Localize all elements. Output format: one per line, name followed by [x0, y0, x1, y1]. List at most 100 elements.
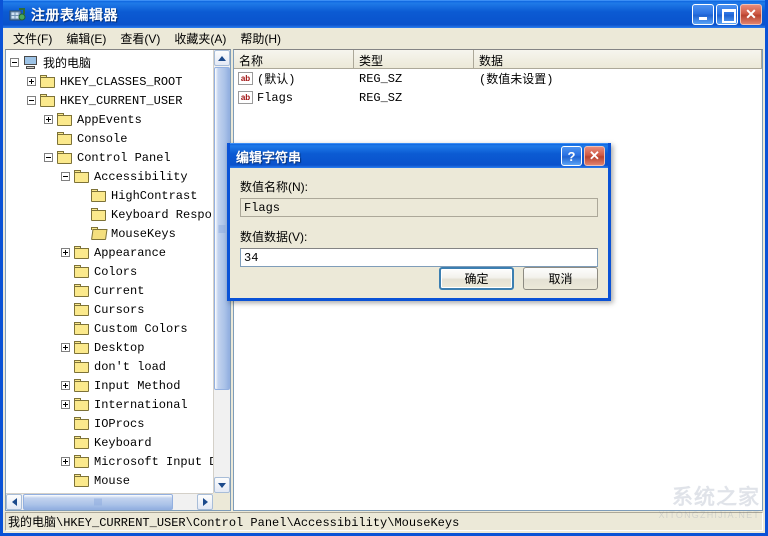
value-name-cell: ab (默认) — [234, 70, 354, 87]
tree-node[interactable]: 我的电脑 — [10, 53, 213, 72]
folder-icon — [74, 322, 90, 335]
dialog-titlebar[interactable]: 编辑字符串 ? ✕ — [230, 143, 608, 168]
tree-node[interactable]: Console — [10, 129, 213, 148]
tree-horizontal-scrollbar[interactable] — [6, 493, 213, 510]
value-name-input[interactable]: Flags — [240, 198, 598, 217]
folder-icon — [74, 170, 90, 183]
collapse-node-icon[interactable] — [44, 153, 53, 162]
folder-icon — [74, 341, 90, 354]
scroll-grip-icon — [94, 498, 102, 506]
tree-node[interactable]: Cursors — [10, 300, 213, 319]
status-path: 我的电脑\HKEY_CURRENT_USER\Control Panel\Acc… — [5, 512, 763, 531]
minimize-button[interactable] — [692, 4, 714, 25]
tree-node[interactable]: Accessibility — [10, 167, 213, 186]
tree-node-label: Keyboard Respo — [111, 207, 212, 222]
tree-node[interactable]: AppEvents — [10, 110, 213, 129]
expand-node-icon[interactable] — [44, 115, 53, 124]
menu-favorites[interactable]: 收藏夹(A) — [167, 28, 233, 49]
tree-node[interactable]: Current — [10, 281, 213, 300]
value-row[interactable]: ab (默认) REG_SZ (数值未设置) — [234, 69, 762, 88]
value-data-label: 数值数据(V): — [240, 230, 308, 244]
scroll-down-button[interactable] — [214, 477, 230, 493]
tree-node[interactable]: Appearance — [10, 243, 213, 262]
tree-node-label: Colors — [94, 264, 138, 279]
registry-tree: 我的电脑 HKEY_CLASSES_ROOT HKEY_CURRENT_USER Ap… — [6, 50, 213, 493]
tree-node-label: Appearance — [94, 245, 167, 260]
maximize-button[interactable] — [716, 4, 738, 25]
tree-node[interactable]: HighContrast — [10, 186, 213, 205]
tree-node[interactable]: Custom Colors — [10, 319, 213, 338]
folder-icon — [57, 151, 73, 164]
ok-button[interactable]: 确定 — [439, 267, 514, 290]
tree-node-label: Microsoft Input D — [94, 454, 213, 469]
collapse-node-icon[interactable] — [27, 96, 36, 105]
expand-node-icon[interactable] — [61, 343, 70, 352]
tree-node[interactable]: MouseKeys — [10, 224, 213, 243]
expand-node-icon[interactable] — [61, 400, 70, 409]
close-icon: ✕ — [589, 148, 600, 163]
tree-node-label: Input Method — [94, 378, 181, 393]
tree-node[interactable]: Microsoft Input D — [10, 452, 213, 471]
tree-node[interactable]: Colors — [10, 262, 213, 281]
menu-file[interactable]: 文件(F) — [6, 28, 59, 49]
close-button[interactable]: ✕ — [740, 4, 762, 25]
tree-node[interactable]: Mouse — [10, 471, 213, 490]
tree-node-label: Custom Colors — [94, 321, 188, 336]
string-value-icon: ab — [238, 91, 253, 104]
value-type-cell: REG_SZ — [359, 71, 403, 86]
menu-edit[interactable]: 编辑(E) — [59, 28, 113, 49]
tree-node[interactable]: don't load — [10, 357, 213, 376]
tree-node[interactable]: IOProcs — [10, 414, 213, 433]
dialog-body: 数值名称(N): Flags 数值数据(V): 34 确定 取消 — [230, 168, 608, 298]
menu-help[interactable]: 帮助(H) — [233, 28, 288, 49]
value-data-input[interactable]: 34 — [240, 248, 598, 267]
tree-node[interactable]: Desktop — [10, 338, 213, 357]
dialog-actions: 确定 取消 — [439, 267, 598, 290]
tree-node[interactable]: Keyboard Respo — [10, 205, 213, 224]
tree-node-label: MouseKeys — [111, 226, 176, 241]
tree-node[interactable]: HKEY_CURRENT_USER — [10, 91, 213, 110]
expand-node-icon[interactable] — [61, 457, 70, 466]
tree-scroll-area: 我的电脑 HKEY_CLASSES_ROOT HKEY_CURRENT_USER Ap… — [6, 50, 213, 493]
edit-string-dialog: 编辑字符串 ? ✕ 数值名称(N): Flags 数值数据(V): 34 确定 … — [227, 143, 611, 301]
tree-node-label: Keyboard — [94, 435, 152, 450]
chevron-down-icon — [218, 482, 226, 488]
folder-icon — [91, 208, 107, 221]
scrollbar-corner — [213, 493, 230, 510]
menu-view[interactable]: 查看(V) — [113, 28, 167, 49]
window-titlebar[interactable]: 注册表编辑器 ✕ — [3, 0, 765, 28]
dialog-close-button[interactable]: ✕ — [584, 146, 605, 166]
folder-icon — [74, 379, 90, 392]
tree-node[interactable]: International — [10, 395, 213, 414]
tree-node-label: 我的电脑 — [43, 57, 92, 71]
scroll-right-button[interactable] — [197, 494, 213, 510]
column-header-name[interactable]: 名称 — [234, 50, 354, 68]
column-header-data[interactable]: 数据 — [474, 50, 762, 68]
screenshot-root: 注册表编辑器 ✕ 文件(F) 编辑(E) 查看(V) 收藏夹(A) 帮助(H) … — [0, 0, 768, 536]
chevron-up-icon — [218, 55, 226, 61]
tree-node[interactable]: Input Method — [10, 376, 213, 395]
scroll-grip-icon — [218, 225, 226, 232]
expand-node-icon[interactable] — [27, 77, 36, 86]
collapse-node-icon[interactable] — [61, 172, 70, 181]
scroll-up-button[interactable] — [214, 50, 230, 66]
dialog-help-button[interactable]: ? — [561, 146, 582, 166]
registry-tree-pane: 我的电脑 HKEY_CLASSES_ROOT HKEY_CURRENT_USER Ap… — [5, 49, 231, 511]
value-name-cell: ab Flags — [234, 91, 354, 105]
tree-node[interactable]: Keyboard — [10, 433, 213, 452]
tree-node[interactable]: Control Panel — [10, 148, 213, 167]
column-header-type[interactable]: 类型 — [354, 50, 474, 68]
folder-icon — [74, 474, 90, 487]
status-bar: 我的电脑\HKEY_CURRENT_USER\Control Panel\Acc… — [3, 511, 765, 533]
folder-icon — [74, 417, 90, 430]
scroll-left-button[interactable] — [6, 494, 22, 510]
cancel-button[interactable]: 取消 — [523, 267, 598, 290]
tree-node[interactable]: HKEY_CLASSES_ROOT — [10, 72, 213, 91]
expand-node-icon[interactable] — [61, 248, 70, 257]
collapse-node-icon[interactable] — [10, 58, 19, 67]
value-row[interactable]: ab Flags REG_SZ — [234, 88, 762, 107]
tree-hscroll-thumb[interactable] — [23, 494, 173, 510]
expand-node-icon[interactable] — [61, 381, 70, 390]
computer-icon — [23, 55, 39, 70]
folder-icon — [74, 398, 90, 411]
